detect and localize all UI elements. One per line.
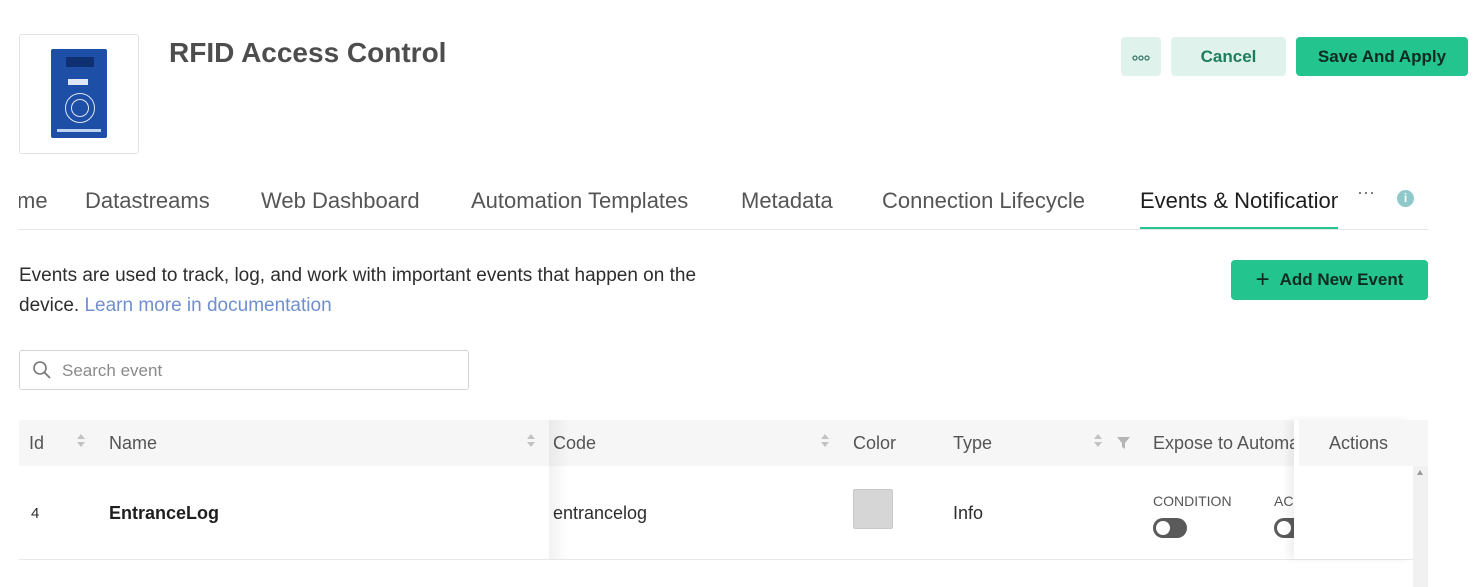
more-horizontal-icon [1132,49,1150,64]
tab-events-notifications[interactable]: Events & Notifications [1140,188,1338,214]
toggle-knob [1156,521,1170,535]
tab-datastreams[interactable]: Datastreams [85,188,210,214]
page-title: RFID Access Control [169,37,447,68]
event-id: 4 [31,505,40,522]
action-label: AC [1274,493,1294,509]
search-box [19,350,469,390]
tab-connection-lifecycle[interactable]: Connection Lifecycle [882,188,1085,214]
search-icon [32,360,52,385]
condition-toggle[interactable] [1153,518,1187,538]
events-description: Events are used to track, log, and work … [19,261,739,321]
event-code: entrancelog [553,503,648,523]
sort-name-icon[interactable] [527,434,535,447]
column-name[interactable]: Name [109,433,157,454]
event-color-swatch[interactable] [853,489,893,529]
documentation-link[interactable]: Learn more in documentation [84,295,331,316]
column-actions: Actions [1329,433,1389,453]
plus-icon: + [1255,266,1270,293]
add-new-event-button[interactable]: + Add New Event [1231,260,1428,300]
table-row[interactable] [19,466,1413,560]
rfid-board-illustration [51,49,107,138]
info-icon[interactable]: i [1397,190,1414,207]
table-scrollbar[interactable] [1413,466,1428,587]
search-input[interactable] [60,357,454,385]
tab-automation-templates[interactable]: Automation Templates [471,188,688,214]
scroll-up-icon[interactable] [1417,470,1423,475]
column-color: Color [853,433,897,453]
tab-divider [19,229,1428,230]
tabs-more-button[interactable]: ··· [1357,182,1375,203]
column-id[interactable]: Id [29,433,44,454]
sort-type-icon[interactable] [1094,434,1102,447]
tab-metadata[interactable]: Metadata [741,188,833,214]
toggle-knob [1277,521,1291,535]
column-shadow [549,420,569,559]
more-options-button[interactable] [1121,37,1161,76]
column-type[interactable]: Type [953,433,992,454]
tab-home[interactable]: me [19,188,48,214]
filter-icon[interactable] [1117,436,1130,454]
event-name[interactable]: EntranceLog [109,503,219,524]
column-expose-to-automation: Expose to Automa [1153,433,1294,453]
tab-web-dashboard[interactable]: Web Dashboard [261,188,420,214]
device-image [19,34,139,154]
tab-bar: me Datastreams Web Dashboard Automation … [19,170,1338,230]
event-type: Info [953,503,984,523]
add-new-event-label: Add New Event [1279,270,1404,289]
sort-id-icon[interactable] [77,434,85,447]
sort-code-icon[interactable] [821,434,829,447]
cancel-button[interactable]: Cancel [1171,37,1286,76]
save-and-apply-button[interactable]: Save And Apply [1296,37,1468,76]
condition-label: CONDITION [1153,493,1232,509]
